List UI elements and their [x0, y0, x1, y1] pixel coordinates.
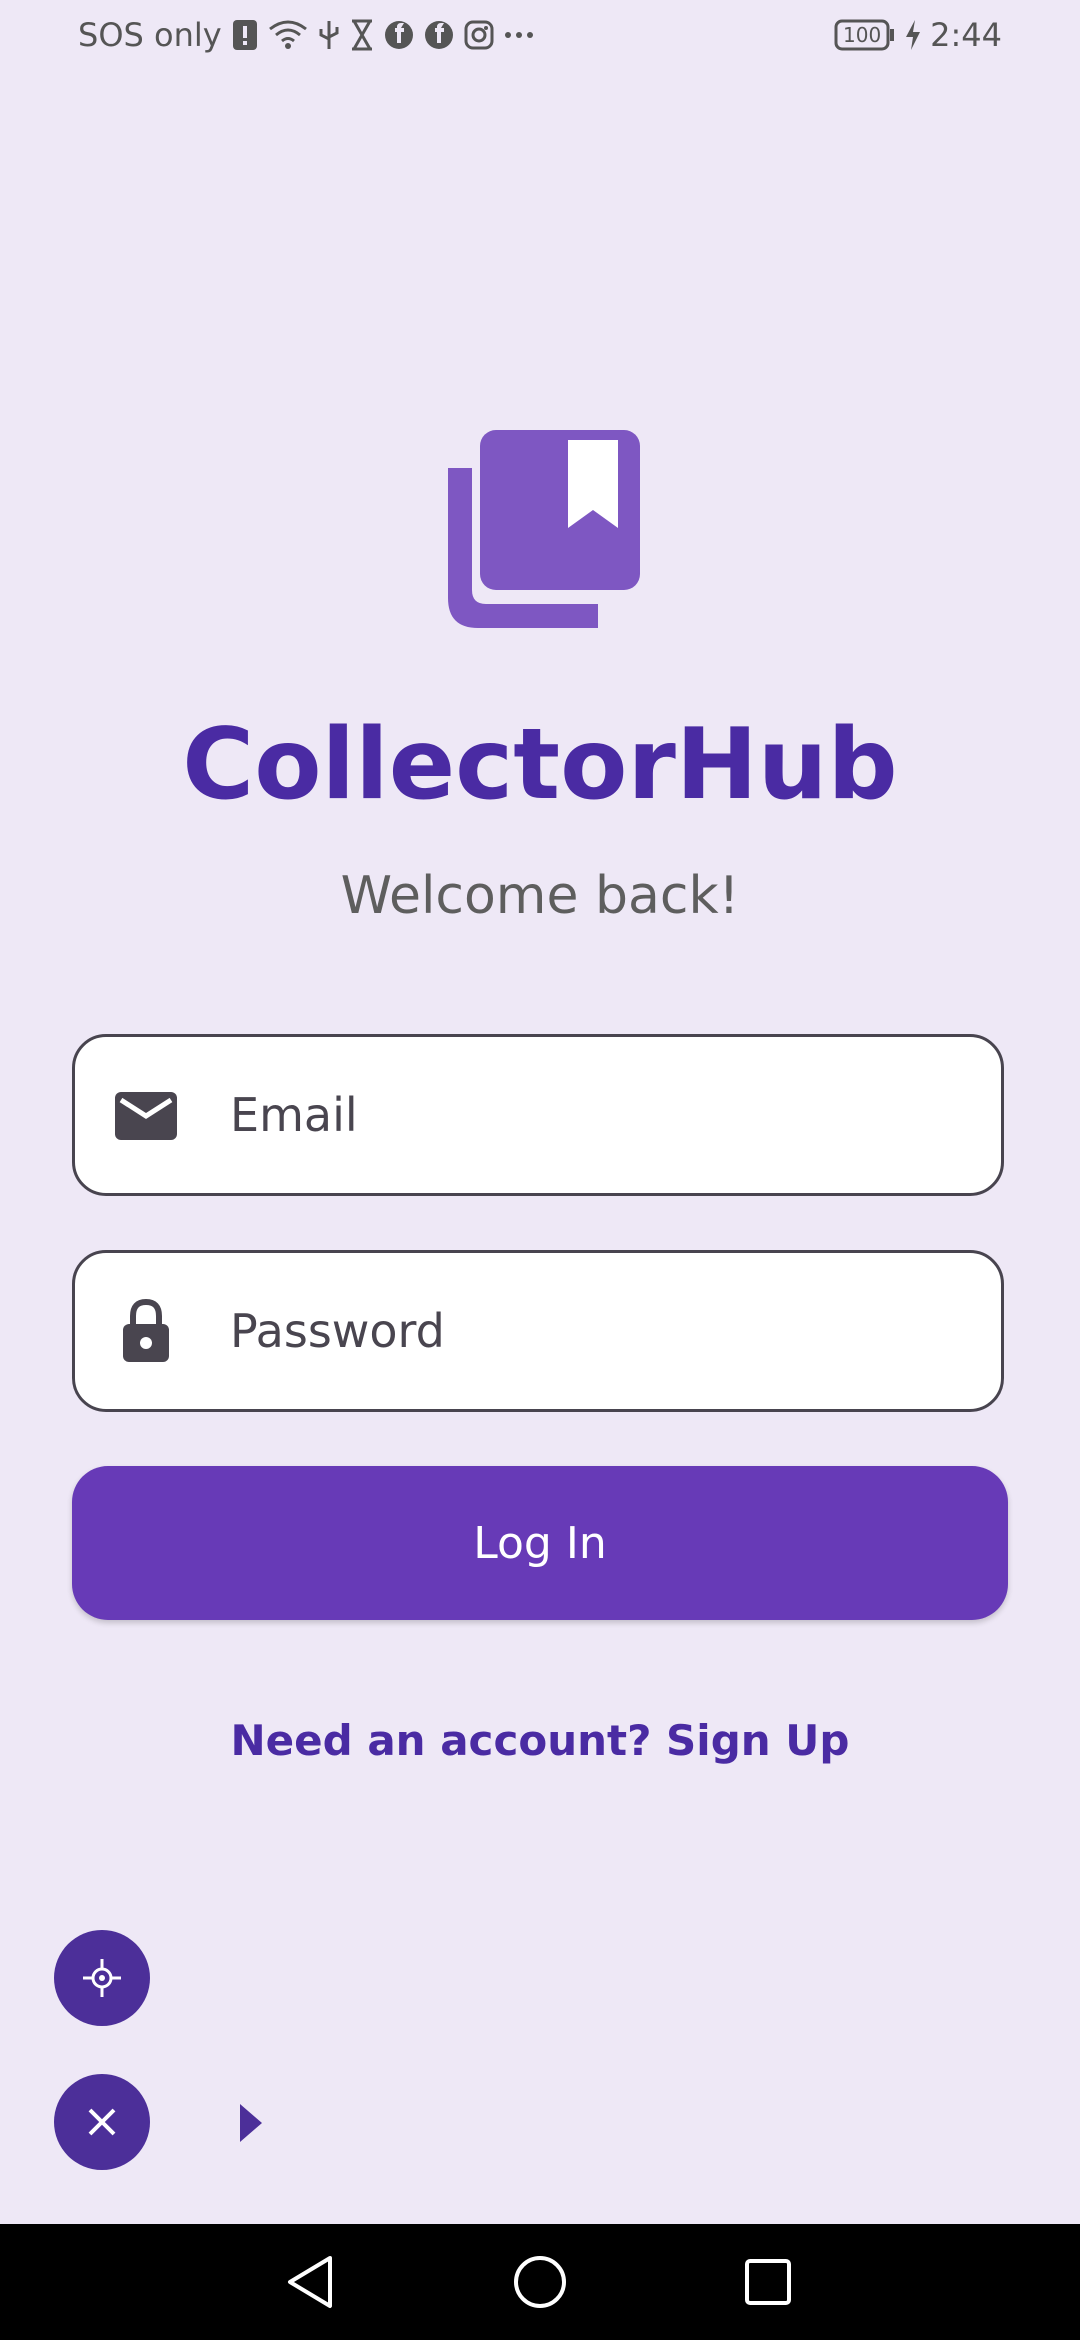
password-field[interactable]	[72, 1250, 1004, 1412]
back-icon[interactable]	[280, 2252, 340, 2312]
status-left: SOS only	[78, 16, 534, 54]
login-button[interactable]: Log In	[72, 1466, 1008, 1620]
lock-icon	[113, 1298, 179, 1364]
mail-icon	[113, 1082, 179, 1148]
password-input[interactable]	[230, 1253, 960, 1409]
instagram-icon	[464, 20, 494, 50]
login-screen: SOS only 100 2:44 CollectorHub Welcome b…	[0, 0, 1080, 2340]
alert-icon	[232, 19, 258, 51]
clock-time: 2:44	[930, 16, 1002, 54]
collections-bookmark-icon	[438, 428, 643, 633]
email-field[interactable]	[72, 1034, 1004, 1196]
usb-icon	[318, 19, 340, 51]
facebook-icon	[424, 20, 454, 50]
welcome-subtitle: Welcome back!	[340, 866, 740, 926]
signup-link[interactable]: Need an account? Sign Up	[0, 1716, 1080, 1765]
wifi-icon	[268, 19, 308, 51]
recents-icon[interactable]	[738, 2252, 798, 2312]
battery-level: 100	[843, 23, 882, 47]
status-right: 100 2:44	[834, 16, 1002, 54]
navigation-bar	[0, 2224, 1080, 2340]
email-input[interactable]	[230, 1037, 960, 1193]
home-icon[interactable]	[510, 2252, 570, 2312]
battery-icon: 100	[834, 19, 896, 51]
crosshair-icon	[79, 1955, 125, 2001]
charging-icon	[904, 19, 922, 51]
close-icon	[82, 2102, 122, 2142]
arrow-right-icon[interactable]	[236, 2102, 266, 2144]
close-button[interactable]	[54, 2074, 150, 2170]
locate-button[interactable]	[54, 1930, 150, 2026]
login-label: Log In	[473, 1517, 607, 1569]
facebook-icon	[384, 20, 414, 50]
carrier-text: SOS only	[78, 16, 222, 54]
hourglass-icon	[350, 19, 374, 51]
app-title: CollectorHub	[182, 708, 898, 822]
more-icon	[504, 30, 534, 40]
status-bar: SOS only 100 2:44	[0, 0, 1080, 72]
